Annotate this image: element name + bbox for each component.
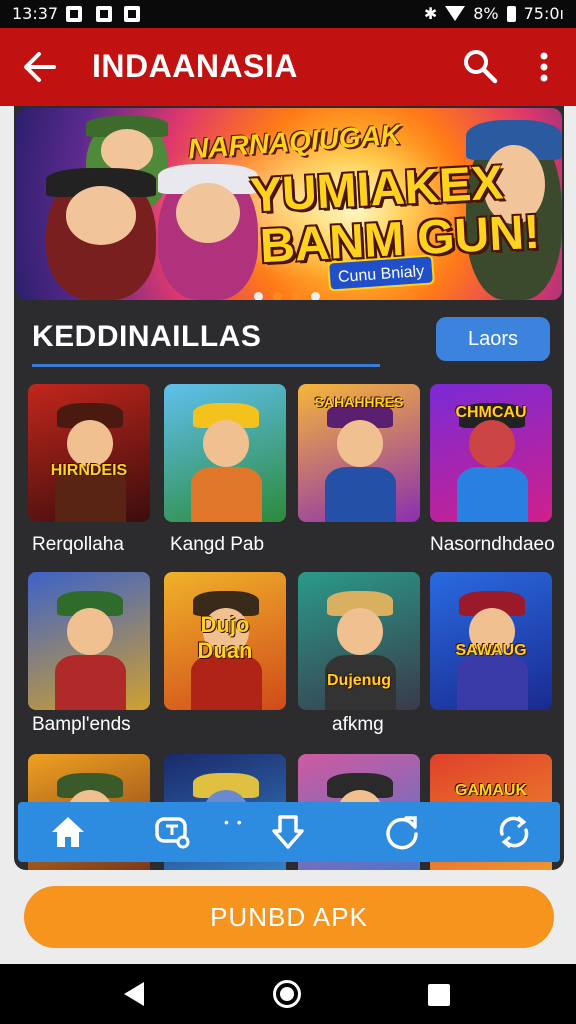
game-label: Kangd Pab xyxy=(170,534,265,555)
content-card: NARNAQIUGAK YUMIAKEX BANM GUN! Cunu Bnia… xyxy=(14,106,564,870)
status-bar: 13:37 ✱ 8% 75:0ı xyxy=(0,0,576,28)
bottom-nav: • • xyxy=(18,802,560,862)
game-tile-text: SAWAUG xyxy=(455,642,527,659)
banner-badge[interactable]: Cunu Bnialy xyxy=(327,254,435,292)
see-more-button[interactable]: Laors xyxy=(436,317,550,361)
bluetooth-icon: ✱ xyxy=(423,4,438,23)
status-clock: 75:0ı xyxy=(523,4,564,23)
more-vert-icon[interactable] xyxy=(532,50,556,84)
carousel-dots xyxy=(254,292,320,300)
app-title: INDAANASIA xyxy=(92,48,298,84)
section-title: KEDDINAILLAS xyxy=(32,320,262,353)
carousel-dot[interactable] xyxy=(292,292,301,300)
game-tile-text: SAHAHHRES xyxy=(314,394,404,410)
app-bar: INDAANASIA xyxy=(0,28,576,106)
chat-icon[interactable] xyxy=(152,812,192,852)
promo-banner[interactable]: NARNAQIUGAK YUMIAKEX BANM GUN! Cunu Bnia… xyxy=(16,108,562,300)
download-icon[interactable] xyxy=(268,812,308,852)
system-home-icon[interactable] xyxy=(273,980,301,1008)
nav-dots: • • xyxy=(224,814,244,830)
carousel-dot[interactable] xyxy=(311,292,320,300)
status-time: 13:37 xyxy=(12,4,59,23)
game-tile-text: HIRNDEIS xyxy=(50,462,128,479)
banner-character xyxy=(46,168,156,300)
carousel-dot[interactable] xyxy=(254,292,263,300)
battery-text: 8% xyxy=(473,4,499,23)
home-icon[interactable] xyxy=(48,812,88,852)
system-recents-icon[interactable] xyxy=(428,984,450,1006)
system-nav-bar xyxy=(0,964,576,1024)
wifi-icon xyxy=(445,6,466,21)
system-back-icon[interactable] xyxy=(124,982,144,1006)
carousel-dot-active[interactable] xyxy=(273,292,282,300)
banner-character xyxy=(158,164,258,300)
notification-icon xyxy=(96,6,112,22)
game-tile-text: CHMCAU xyxy=(455,404,527,421)
download-apk-button[interactable]: PUNBD APK xyxy=(24,886,554,948)
battery-icon xyxy=(506,5,516,22)
refresh-icon[interactable] xyxy=(382,812,422,852)
game-tile[interactable] xyxy=(164,384,286,522)
game-tile[interactable]: SAWAUG xyxy=(430,572,552,710)
game-tile[interactable]: CHMCAU xyxy=(430,384,552,522)
game-tile-text: Dujenug xyxy=(327,672,391,689)
game-tile-text: Dujo Duan xyxy=(197,612,253,663)
search-icon[interactable] xyxy=(462,48,498,84)
game-tile[interactable]: SAHAHHRES xyxy=(298,384,420,522)
notification-icon xyxy=(66,6,82,22)
notification-icon xyxy=(124,6,140,22)
game-label: Rerqollaha xyxy=(32,534,124,555)
game-label: Nasorndhdaeo xyxy=(430,534,555,555)
sync-icon[interactable] xyxy=(494,812,534,852)
game-tile[interactable]: Dujenug xyxy=(298,572,420,710)
game-label: Bampl'ends xyxy=(32,714,131,735)
game-tile[interactable]: Dujo Duan xyxy=(164,572,286,710)
back-arrow-icon[interactable] xyxy=(22,50,58,84)
section-underline xyxy=(32,364,380,367)
status-right: ✱ 8% 75:0ı xyxy=(424,4,564,23)
game-label: afkmg xyxy=(332,714,384,735)
game-tile[interactable] xyxy=(28,572,150,710)
game-tile-text: GAMAUK xyxy=(455,782,527,799)
game-tile[interactable]: HIRNDEIS xyxy=(28,384,150,522)
